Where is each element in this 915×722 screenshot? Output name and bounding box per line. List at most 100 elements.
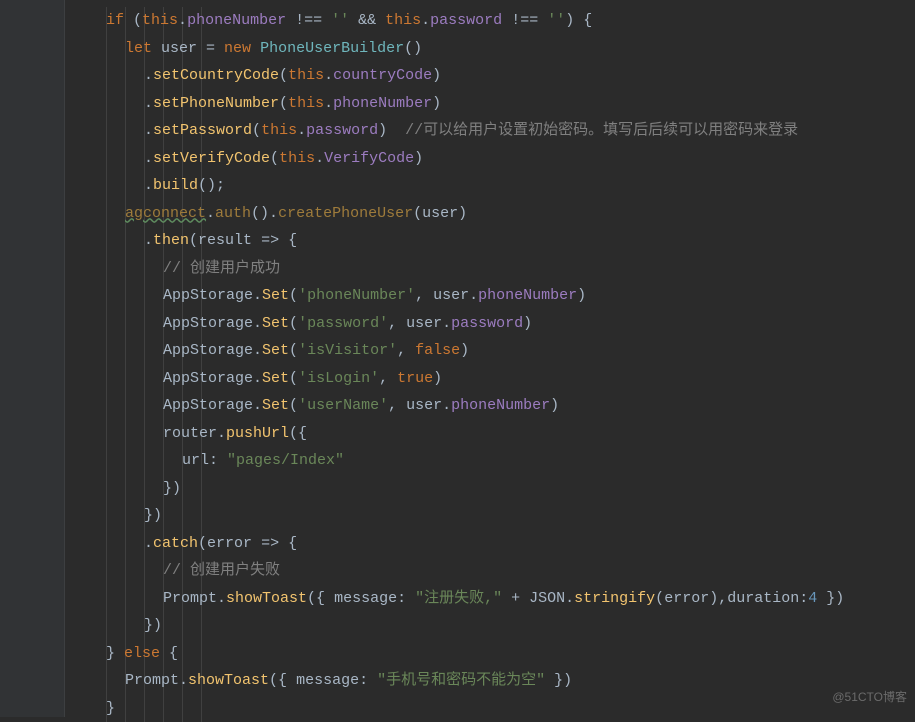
token: !== [286, 12, 331, 29]
token: . [179, 672, 188, 689]
token: setVerifyCode [153, 150, 270, 167]
token: . [178, 12, 187, 29]
code-line[interactable]: AppStorage.Set('phoneNumber', user.phone… [68, 282, 915, 310]
token: phoneNumber [478, 287, 577, 304]
token: phoneNumber [451, 397, 550, 414]
token: } [106, 645, 115, 662]
code-line[interactable]: let user = new PhoneUserBuilder() [68, 35, 915, 63]
token: ( [189, 232, 198, 249]
token: this [385, 12, 421, 29]
token: = [197, 40, 224, 57]
code-line[interactable]: // 创建用户成功 [68, 255, 915, 283]
token: ( [252, 122, 261, 139]
token: password [430, 12, 502, 29]
token: . [144, 122, 153, 139]
token: , [415, 287, 433, 304]
token: 'isVisitor' [298, 342, 397, 359]
gutter [0, 0, 65, 717]
token: ( [655, 590, 664, 607]
token: . [253, 287, 262, 304]
token: () [404, 40, 422, 57]
token: AppStorage [163, 342, 253, 359]
token: ) [460, 342, 469, 359]
code-line[interactable]: AppStorage.Set('userName', user.phoneNum… [68, 392, 915, 420]
token: setPassword [153, 122, 252, 139]
code-line[interactable]: } [68, 695, 915, 722]
token: }) [144, 507, 162, 524]
token: this [288, 95, 324, 112]
code-line[interactable]: .setVerifyCode(this.VerifyCode) [68, 145, 915, 173]
code-line[interactable]: AppStorage.Set('isVisitor', false) [68, 337, 915, 365]
token: ) [378, 122, 387, 139]
token: false [415, 342, 460, 359]
watermark: @51CTO博客 [832, 684, 907, 712]
code-line[interactable]: .build(); [68, 172, 915, 200]
token: AppStorage [163, 397, 253, 414]
token: && [349, 12, 385, 29]
token: user [406, 397, 442, 414]
token: Prompt [125, 672, 179, 689]
code-editor[interactable]: if (this.phoneNumber !== '' && this.pass… [0, 0, 915, 717]
token: user [422, 205, 458, 222]
token: setCountryCode [153, 67, 279, 84]
token: this [288, 67, 324, 84]
code-line[interactable]: .setPassword(this.password) //可以给用户设置初始密… [68, 117, 915, 145]
code-line[interactable]: router.pushUrl({ [68, 420, 915, 448]
token: build [153, 177, 198, 194]
code-line[interactable]: }) [68, 475, 915, 503]
token: ( [289, 370, 298, 387]
token: + [502, 590, 529, 607]
code-line[interactable]: }) [68, 502, 915, 530]
token: ({ [269, 672, 296, 689]
token: , [397, 342, 415, 359]
code-line[interactable]: .then(result => { [68, 227, 915, 255]
token: ) [432, 95, 441, 112]
code-line[interactable]: AppStorage.Set('isLogin', true) [68, 365, 915, 393]
code-line[interactable]: Prompt.showToast({ message: "手机号和密码不能为空"… [68, 667, 915, 695]
code-line[interactable]: .setPhoneNumber(this.phoneNumber) [68, 90, 915, 118]
token: : [397, 590, 415, 607]
token: catch [153, 535, 198, 552]
token: , [388, 315, 406, 332]
code-line[interactable]: // 创建用户失败 [68, 557, 915, 585]
token: password [306, 122, 378, 139]
token: duration [727, 590, 799, 607]
code-body[interactable]: if (this.phoneNumber !== '' && this.pass… [64, 7, 915, 722]
token: ( [413, 205, 422, 222]
code-line[interactable]: if (this.phoneNumber !== '' && this.pass… [68, 7, 915, 35]
token: 'password' [298, 315, 388, 332]
token: createPhoneUser [278, 205, 413, 222]
token: . [565, 590, 574, 607]
code-line[interactable]: Prompt.showToast({ message: "注册失败," + JS… [68, 585, 915, 613]
token: Set [262, 287, 289, 304]
token: Prompt [163, 590, 217, 607]
code-line[interactable]: url: "pages/Index" [68, 447, 915, 475]
code-line[interactable]: }) [68, 612, 915, 640]
token: VerifyCode [324, 150, 414, 167]
code-line[interactable]: } else { [68, 640, 915, 668]
token: . [206, 205, 215, 222]
token: 'userName' [298, 397, 388, 414]
token: . [144, 232, 153, 249]
token: 'isLogin' [298, 370, 379, 387]
token: setPhoneNumber [153, 95, 279, 112]
token: { [288, 232, 297, 249]
token: . [442, 315, 451, 332]
token: : [359, 672, 377, 689]
token: Set [262, 342, 289, 359]
token: . [144, 177, 153, 194]
code-line[interactable]: agconnect.auth().createPhoneUser(user) [68, 200, 915, 228]
token: ( [133, 12, 142, 29]
token: { [169, 645, 178, 662]
code-line[interactable]: .setCountryCode(this.countryCode) [68, 62, 915, 90]
token: let [125, 40, 161, 57]
token [387, 122, 405, 139]
token: router [163, 425, 217, 442]
code-line[interactable]: .catch(error => { [68, 530, 915, 558]
token: "pages/Index" [227, 452, 344, 469]
code-line[interactable]: AppStorage.Set('password', user.password… [68, 310, 915, 338]
token: Set [262, 397, 289, 414]
token: else [115, 645, 169, 662]
token: showToast [188, 672, 269, 689]
token: showToast [226, 590, 307, 607]
